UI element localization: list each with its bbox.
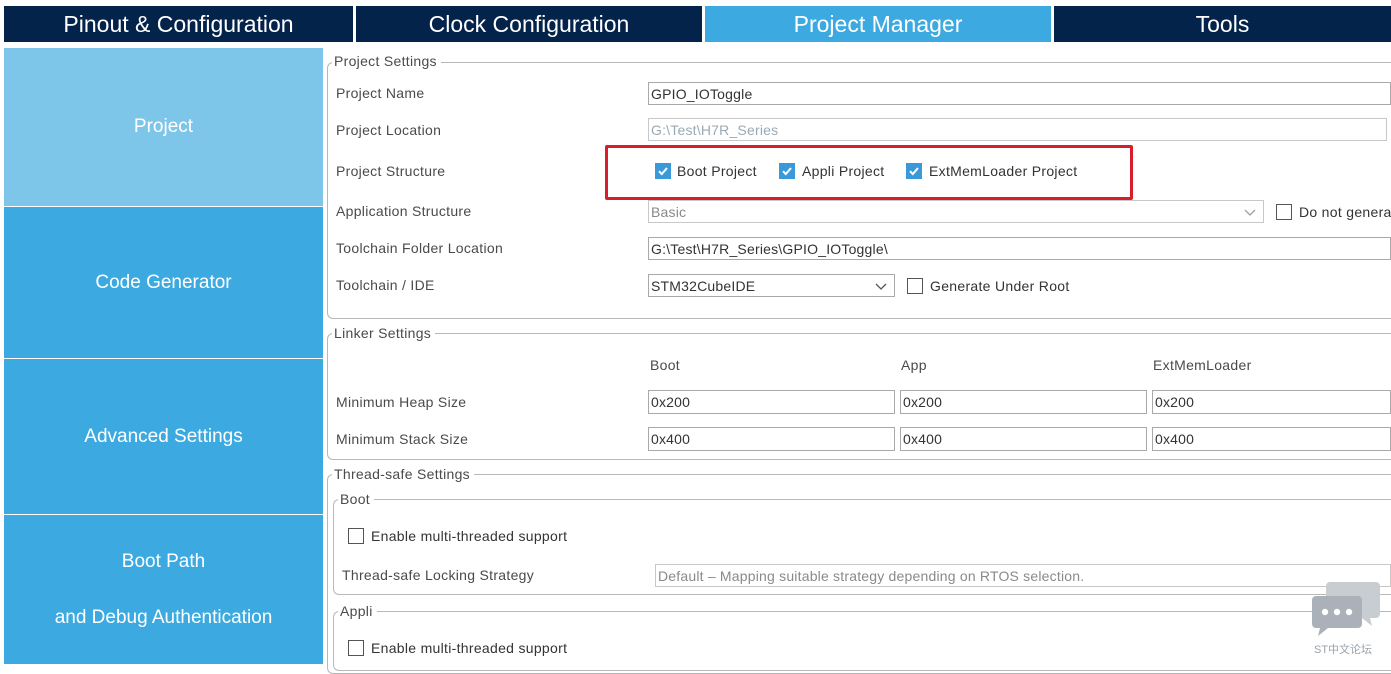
sidebar-item-code-generator[interactable]: Code Generator (4, 207, 323, 358)
tab-clock-configuration[interactable]: Clock Configuration (356, 6, 702, 42)
check-icon (906, 163, 922, 179)
do-not-generate-checkbox[interactable]: Do not genera (1276, 204, 1391, 220)
checkbox-box (348, 528, 364, 544)
checkbox-label: Do not genera (1299, 204, 1391, 220)
sidebar-item-label: Code Generator (95, 271, 232, 293)
column-header-extmemloader: ExtMemLoader (1153, 357, 1252, 373)
toolchain-ide-label: Toolchain / IDE (336, 277, 435, 293)
app-stack-input[interactable]: 0x400 (900, 427, 1147, 451)
sidebar-item-label: Project (133, 116, 194, 137)
thread-safe-settings-legend: Thread-safe Settings (332, 466, 474, 482)
locking-strategy-label: Thread-safe Locking Strategy (342, 567, 535, 583)
project-location-value: G:\Test\H7R_Series (651, 121, 779, 138)
generate-under-root-checkbox[interactable]: Generate Under Root (907, 278, 1070, 294)
project-name-value: GPIO_IOToggle (651, 85, 753, 102)
checkbox-box (348, 640, 364, 656)
extmemloader-project-checkbox[interactable]: ExtMemLoader Project (906, 163, 1077, 179)
sidebar-item-label: and Debug Authentication (54, 606, 273, 628)
tab-tools[interactable]: Tools (1054, 6, 1391, 42)
checkbox-label: Enable multi-threaded support (371, 528, 568, 544)
boot-multithread-checkbox[interactable]: Enable multi-threaded support (348, 528, 567, 544)
tab-label: Pinout & Configuration (63, 10, 294, 37)
toolchain-folder-label: Toolchain Folder Location (336, 240, 504, 256)
appli-multithread-checkbox[interactable]: Enable multi-threaded support (348, 640, 567, 656)
tab-label: Tools (1195, 10, 1250, 37)
column-header-app: App (901, 357, 927, 373)
application-structure-label: Application Structure (336, 203, 472, 219)
stack-value: 0x400 (903, 431, 943, 447)
application-structure-value: Basic (651, 203, 687, 220)
locking-strategy-select: Default – Mapping suitable strategy depe… (655, 564, 1391, 587)
appli-thread-legend: Appli (338, 603, 377, 619)
toolchain-folder-value: G:\Test\H7R_Series\GPIO_IOToggle\ (651, 240, 888, 257)
sidebar-item-label: Advanced Settings (84, 425, 243, 447)
project-name-label: Project Name (336, 85, 425, 101)
sidebar-item-label: Boot Path (121, 550, 206, 572)
boot-stack-input[interactable]: 0x400 (648, 427, 895, 451)
boot-heap-input[interactable]: 0x200 (648, 390, 895, 414)
app-heap-input[interactable]: 0x200 (900, 390, 1147, 414)
boot-project-checkbox[interactable]: Boot Project (655, 163, 757, 179)
toolchain-folder-input[interactable]: G:\Test\H7R_Series\GPIO_IOToggle\ (648, 237, 1391, 260)
sidebar-item-advanced-settings[interactable]: Advanced Settings (4, 359, 323, 514)
application-structure-select: Basic (648, 200, 1264, 223)
checkbox-box (907, 278, 923, 294)
watermark-text: ST中文论坛 (1314, 644, 1373, 656)
check-icon (655, 163, 671, 179)
column-header-boot: Boot (650, 357, 680, 373)
checkbox-label: Generate Under Root (930, 278, 1070, 294)
sidebar-item-project[interactable]: Project (4, 48, 323, 206)
extmemloader-stack-input[interactable]: 0x400 (1152, 427, 1391, 451)
checkbox-label: Enable multi-threaded support (371, 640, 568, 656)
project-structure-label: Project Structure (336, 163, 446, 179)
tab-label: Clock Configuration (428, 10, 630, 37)
tab-label: Project Manager (793, 10, 963, 37)
chevron-down-icon (875, 283, 887, 290)
chevron-down-icon (1244, 209, 1256, 216)
min-stack-label: Minimum Stack Size (336, 431, 469, 447)
heap-value: 0x200 (903, 394, 943, 410)
heap-value: 0x200 (1155, 394, 1195, 410)
stack-value: 0x400 (1155, 431, 1195, 447)
checkbox-label: Boot Project (677, 163, 757, 179)
project-location-input: G:\Test\H7R_Series (648, 118, 1387, 141)
min-heap-label: Minimum Heap Size (336, 394, 467, 410)
tab-project-manager[interactable]: Project Manager (705, 6, 1051, 42)
checkbox-label: Appli Project (802, 163, 885, 179)
checkbox-box (1276, 204, 1292, 220)
forum-logo-icon (1310, 580, 1382, 640)
toolchain-ide-select[interactable]: STM32CubeIDE (648, 274, 895, 297)
stack-value: 0x400 (651, 431, 691, 447)
linker-settings-legend: Linker Settings (332, 325, 436, 341)
heap-value: 0x200 (651, 394, 691, 410)
boot-thread-legend: Boot (338, 491, 374, 507)
appli-project-checkbox[interactable]: Appli Project (779, 163, 885, 179)
tab-pinout-configuration[interactable]: Pinout & Configuration (4, 6, 353, 42)
locking-strategy-value: Default – Mapping suitable strategy depe… (658, 567, 1085, 584)
sidebar-item-boot-path[interactable]: Boot Path and Debug Authentication (4, 515, 323, 664)
project-name-input[interactable]: GPIO_IOToggle (648, 82, 1391, 105)
top-tab-bar: Pinout & Configuration Clock Configurati… (0, 0, 1391, 48)
checkbox-label: ExtMemLoader Project (929, 163, 1078, 179)
check-icon (779, 163, 795, 179)
project-location-label: Project Location (336, 122, 442, 138)
project-settings-legend: Project Settings (332, 53, 441, 69)
toolchain-ide-value: STM32CubeIDE (651, 277, 756, 294)
extmemloader-heap-input[interactable]: 0x200 (1152, 390, 1391, 414)
